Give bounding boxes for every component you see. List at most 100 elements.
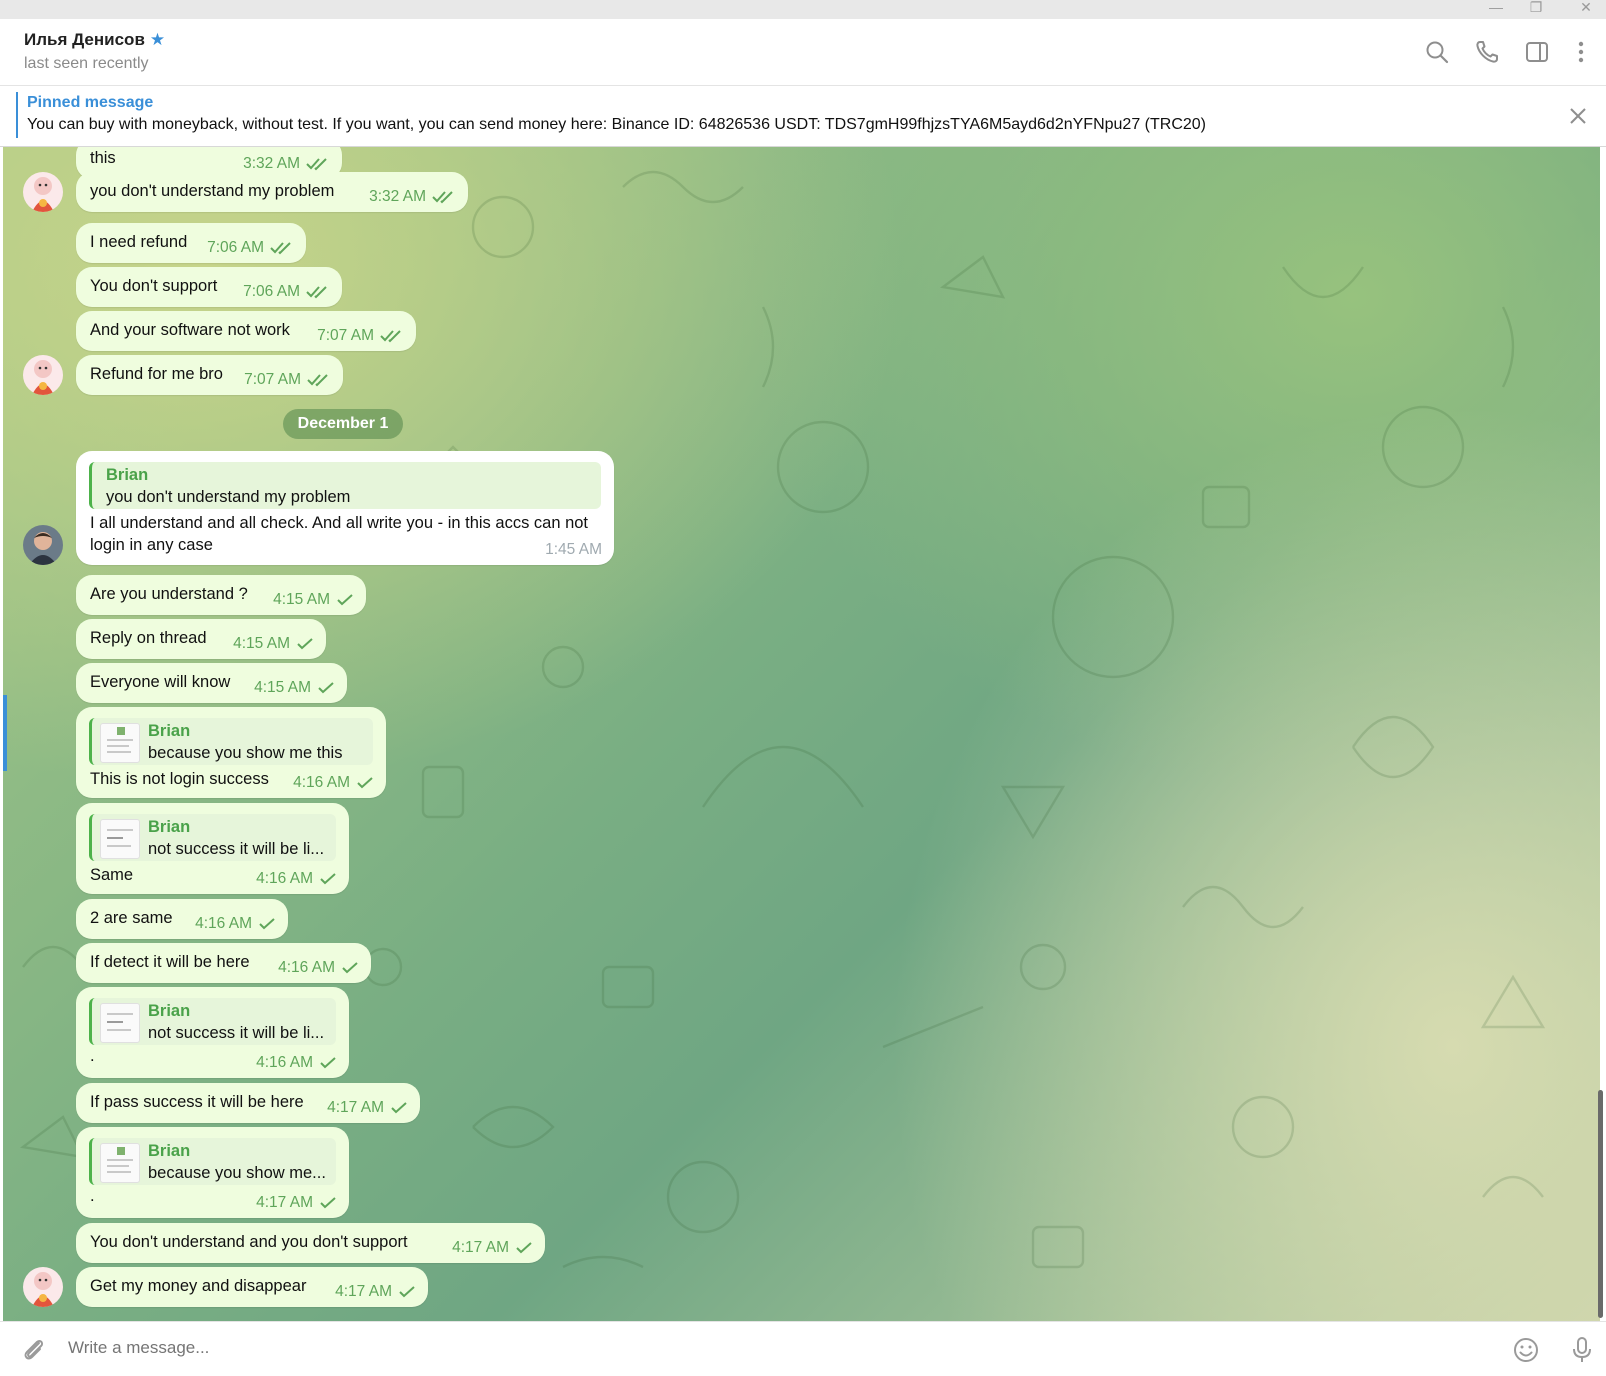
message-input[interactable] bbox=[66, 1337, 1470, 1359]
check-icon bbox=[399, 1286, 415, 1298]
chat-title-text: Илья Денисов bbox=[24, 30, 145, 49]
message-meta: 4:15 AM bbox=[233, 635, 314, 653]
message-bubble[interactable]: You don't understand and you don't suppo… bbox=[76, 1223, 545, 1263]
paperclip-icon[interactable] bbox=[18, 1334, 50, 1366]
reply-thumbnail bbox=[100, 1143, 140, 1183]
pinned-message-bar[interactable]: Pinned message You can buy with moneybac… bbox=[0, 86, 1606, 147]
message-meta: 7:06 AM bbox=[207, 239, 294, 257]
message-meta: 7:07 AM bbox=[244, 371, 331, 389]
message-time: 4:16 AM bbox=[278, 959, 335, 976]
message-text: I need refund bbox=[90, 233, 188, 251]
sidebar-toggle-icon[interactable] bbox=[1522, 37, 1552, 67]
message-text: Get my money and disappear bbox=[90, 1277, 307, 1295]
reply-message-bubble[interactable]: Brian not success it will be li... . 4:1… bbox=[76, 987, 349, 1078]
message-time: 4:17 AM bbox=[327, 1099, 384, 1116]
message-meta: 4:16 AM bbox=[256, 870, 337, 888]
document-preview-icon bbox=[107, 1147, 133, 1173]
document-preview-icon bbox=[107, 1013, 133, 1031]
message-bubble[interactable]: If detect it will be here 4:16 AM bbox=[76, 943, 371, 983]
message-bubble[interactable]: I need refund 7:06 AM bbox=[76, 223, 306, 263]
message-text: If detect it will be here bbox=[90, 953, 250, 971]
message-meta: 4:17 AM bbox=[452, 1239, 533, 1257]
search-icon[interactable] bbox=[1422, 37, 1452, 67]
chat-title[interactable]: Илья Денисов ★ bbox=[24, 30, 165, 50]
message-composer bbox=[0, 1321, 1606, 1376]
pinned-text: You can buy with moneyback, without test… bbox=[27, 116, 1206, 133]
reply-quote[interactable]: Brian you don't understand my problem bbox=[89, 462, 601, 509]
reply-quote[interactable]: Brian because you show me this bbox=[89, 718, 373, 765]
message-bubble[interactable]: Refund for me bro 7:07 AM bbox=[76, 355, 343, 395]
reply-thumbnail bbox=[100, 1003, 140, 1043]
message-text: . bbox=[90, 1187, 95, 1205]
scrollbar-thumb[interactable] bbox=[1598, 1090, 1603, 1318]
message-time: 4:17 AM bbox=[452, 1239, 509, 1256]
check-icon bbox=[391, 1102, 407, 1114]
message-meta: 4:17 AM bbox=[335, 1283, 416, 1301]
message-meta: 4:16 AM bbox=[278, 959, 359, 977]
message-bubble[interactable]: Are you understand ? 4:15 AM bbox=[76, 575, 366, 615]
message-text: Same bbox=[90, 866, 134, 884]
more-options-icon[interactable] bbox=[1566, 37, 1596, 67]
message-bubble[interactable]: And your software not work 7:07 AM bbox=[76, 311, 416, 351]
avatar[interactable] bbox=[23, 525, 63, 565]
close-pinned-icon[interactable] bbox=[1564, 102, 1592, 130]
message-list[interactable]: this 3:32 AM you don't understand my pro… bbox=[3, 147, 1600, 1321]
double-check-icon bbox=[307, 374, 328, 387]
emoji-icon[interactable] bbox=[1510, 1334, 1542, 1366]
message-time: 4:16 AM bbox=[195, 915, 252, 932]
close-window-icon[interactable]: ✕ bbox=[1566, 0, 1606, 19]
reply-message-bubble[interactable]: Brian because you show me... . 4:17 AM bbox=[76, 1127, 349, 1218]
check-icon bbox=[337, 594, 353, 606]
message-bubble[interactable]: Everyone will know 4:15 AM bbox=[76, 663, 347, 703]
message-bubble[interactable]: 2 are same 4:16 AM bbox=[76, 899, 288, 939]
message-bubble[interactable]: If pass success it will be here 4:17 AM bbox=[76, 1083, 420, 1123]
window-titlebar: — ❐ ✕ bbox=[0, 0, 1606, 19]
reply-author: Brian bbox=[148, 818, 191, 836]
check-icon bbox=[297, 638, 313, 650]
message-meta: 4:16 AM bbox=[256, 1054, 337, 1072]
avatar[interactable] bbox=[23, 355, 63, 395]
message-meta: 4:15 AM bbox=[254, 679, 335, 697]
message-text: Reply on thread bbox=[90, 629, 207, 647]
minimize-icon[interactable]: — bbox=[1476, 0, 1516, 19]
reply-quote[interactable]: Brian not success it will be li... bbox=[89, 998, 336, 1045]
reply-author: Brian bbox=[148, 722, 191, 740]
phone-icon[interactable] bbox=[1472, 37, 1502, 67]
reply-quote[interactable]: Brian because you show me... bbox=[89, 1138, 336, 1185]
message-text-line2: login in any case bbox=[90, 536, 213, 554]
incoming-message-bubble[interactable]: Brian you don't understand my problem I … bbox=[76, 451, 614, 565]
message-time: 4:16 AM bbox=[293, 774, 350, 791]
avatar[interactable] bbox=[23, 1267, 63, 1307]
reply-message-bubble[interactable]: Brian not success it will be li... Same … bbox=[76, 803, 349, 894]
message-time: 4:16 AM bbox=[256, 870, 313, 887]
document-preview-icon bbox=[107, 727, 133, 753]
message-bubble[interactable]: Get my money and disappear 4:17 AM bbox=[76, 1267, 428, 1307]
double-check-icon bbox=[306, 286, 327, 299]
message-time: 4:15 AM bbox=[273, 591, 330, 608]
reply-quote[interactable]: Brian not success it will be li... bbox=[89, 814, 336, 861]
unread-indicator bbox=[3, 695, 7, 771]
message-text: You don't support bbox=[90, 277, 218, 295]
message-meta: 4:17 AM bbox=[256, 1194, 337, 1212]
microphone-icon[interactable] bbox=[1566, 1334, 1598, 1366]
reply-text: because you show me... bbox=[148, 1164, 326, 1182]
reply-message-bubble[interactable]: Brian because you show me this This is n… bbox=[76, 707, 386, 798]
message-meta: 3:32 AM bbox=[243, 155, 330, 173]
pinned-title: Pinned message bbox=[27, 94, 154, 111]
message-time: 4:15 AM bbox=[233, 635, 290, 652]
check-icon bbox=[320, 873, 336, 885]
user-photo-icon bbox=[23, 525, 63, 565]
message-meta: 4:15 AM bbox=[273, 591, 354, 609]
reply-text: not success it will be li... bbox=[148, 1024, 325, 1042]
message-bubble[interactable]: you don't understand my problem 3:32 AM bbox=[76, 172, 468, 212]
maximize-icon[interactable]: ❐ bbox=[1516, 0, 1556, 19]
message-bubble[interactable]: You don't support 7:06 AM bbox=[76, 267, 342, 307]
message-bubble[interactable]: Reply on thread 4:15 AM bbox=[76, 619, 326, 659]
message-meta: 3:32 AM bbox=[369, 188, 456, 206]
message-text: I all understand and all check. And all … bbox=[90, 514, 589, 532]
avatar[interactable] bbox=[23, 172, 63, 212]
message-time: 1:45 AM bbox=[545, 541, 602, 558]
message-time: 4:16 AM bbox=[256, 1054, 313, 1071]
message-text: . bbox=[90, 1047, 95, 1065]
double-check-icon bbox=[270, 242, 291, 255]
